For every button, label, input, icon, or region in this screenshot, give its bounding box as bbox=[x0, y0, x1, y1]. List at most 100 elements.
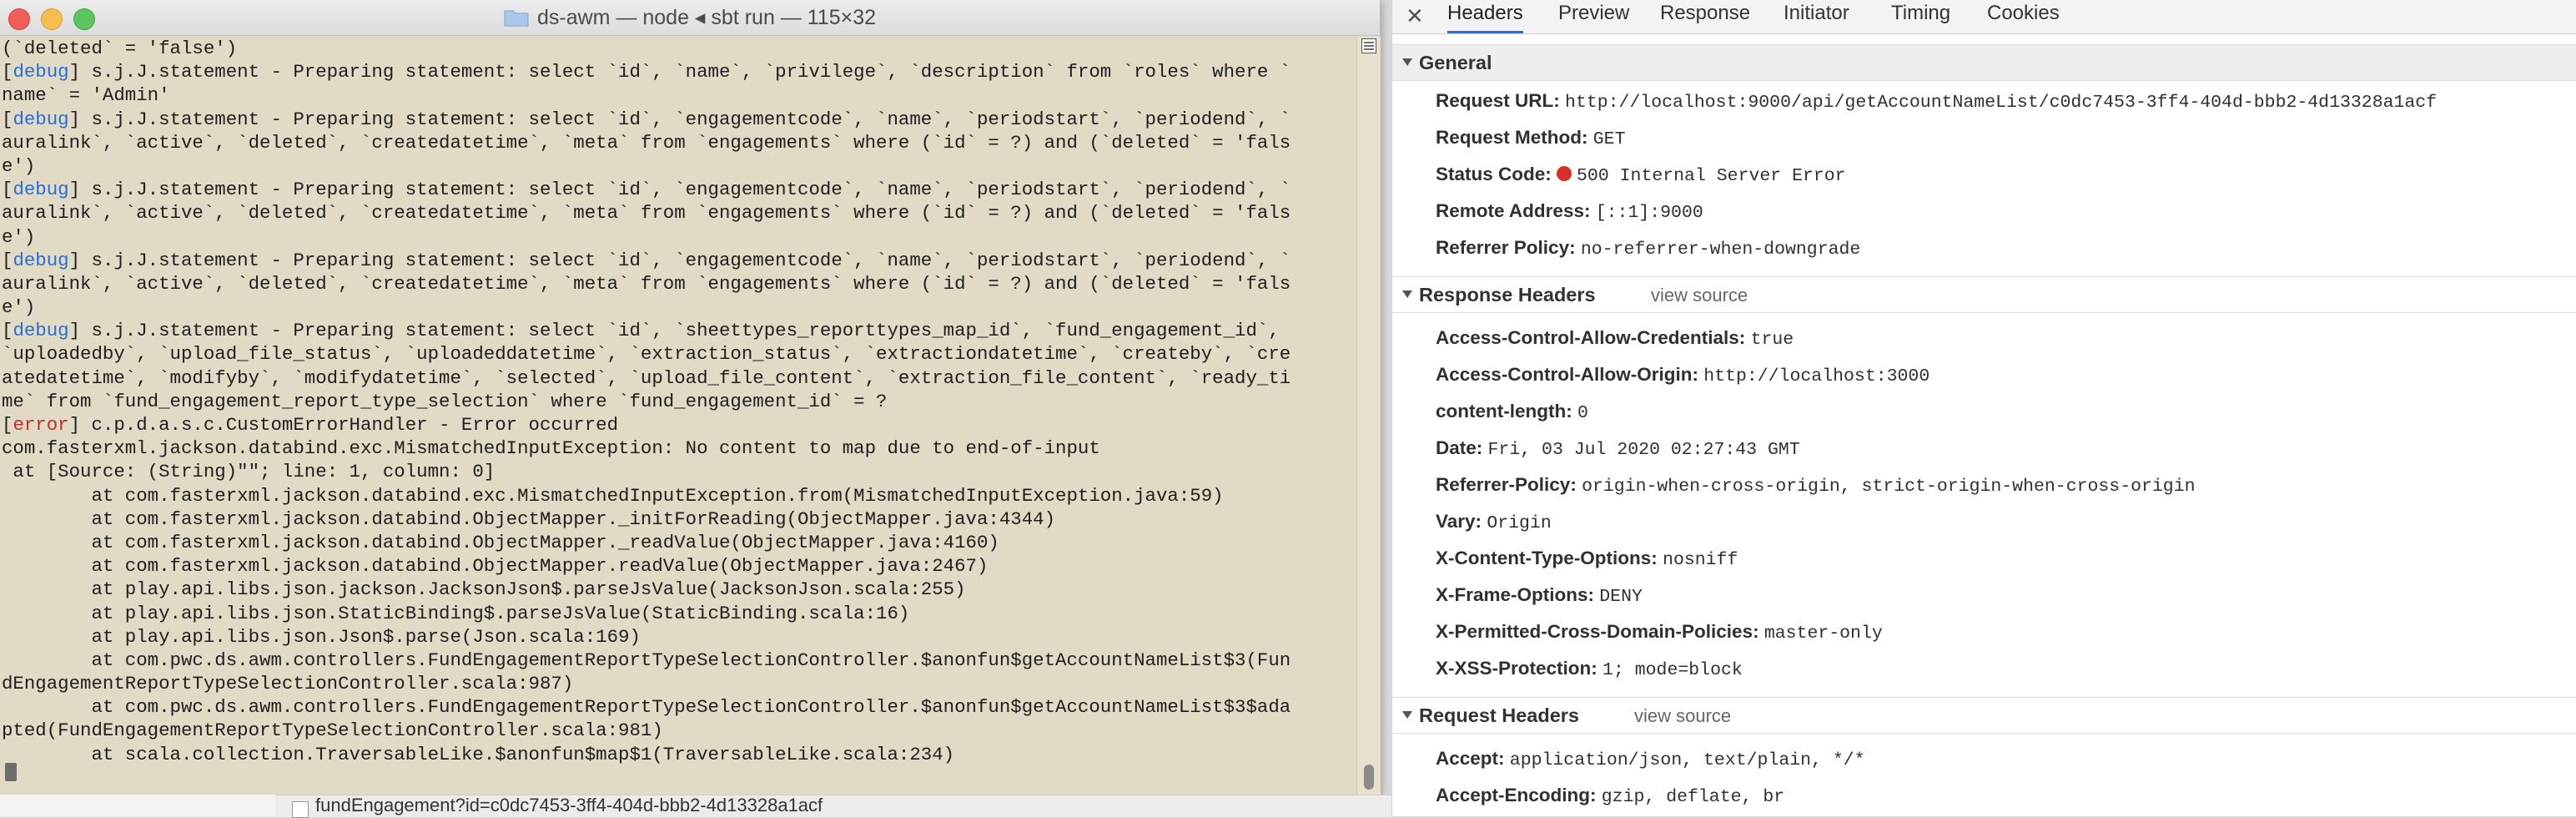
folder-icon bbox=[504, 8, 529, 27]
request-row-checkbox[interactable] bbox=[292, 801, 309, 818]
log-text: atedatetime`, `modifyby`, `modifydatetim… bbox=[2, 366, 1291, 389]
terminal-line: (`deleted` = 'false') bbox=[2, 37, 1358, 60]
view-source-link[interactable]: view source bbox=[1651, 285, 1748, 306]
header-value: application/json, text/plain, */* bbox=[1509, 750, 1865, 770]
terminal-scrollbar[interactable] bbox=[1356, 37, 1381, 795]
log-text: at com.fasterxml.jackson.databind.exc.Mi… bbox=[2, 484, 1224, 507]
terminal-line: at play.api.libs.json.Json$.parse(Json.s… bbox=[2, 625, 1358, 649]
log-debug-tag: [debug] bbox=[2, 108, 81, 130]
log-debug-tag: [debug] bbox=[2, 179, 81, 201]
header-row: X-XSS-Protection: 1; mode=block bbox=[1436, 652, 1743, 685]
tab-cookies[interactable]: Cookies bbox=[1987, 0, 2060, 33]
log-text: at com.pwc.ds.awm.controllers.FundEngage… bbox=[2, 649, 1291, 671]
tab-initiator[interactable]: Initiator bbox=[1784, 0, 1849, 33]
log-text: e') bbox=[2, 225, 36, 248]
log-text: auralink`, `active`, `deleted`, `created… bbox=[2, 272, 1291, 295]
log-text: at play.api.libs.json.jackson.JacksonJso… bbox=[2, 578, 966, 601]
headers-content: General Request URL: http://localhost:90… bbox=[1392, 34, 2576, 816]
header-value: http://localhost:9000/api/getAccountName… bbox=[1565, 93, 2438, 113]
terminal-scroll-thumb[interactable] bbox=[1364, 765, 1374, 790]
tab-headers[interactable]: Headers bbox=[1447, 0, 1523, 33]
header-row: Status Code: 500 Internal Server Error bbox=[1436, 158, 1846, 191]
terminal-line: at com.fasterxml.jackson.databind.Object… bbox=[2, 507, 1358, 531]
log-text: e') bbox=[2, 296, 36, 319]
terminal-line: auralink`, `active`, `deleted`, `created… bbox=[2, 131, 1358, 154]
tab-response[interactable]: Response bbox=[1660, 0, 1750, 33]
terminal-line: name` = 'Admin' bbox=[2, 83, 1358, 107]
section-title: Response Headers bbox=[1419, 284, 1596, 305]
log-text: name` = 'Admin' bbox=[2, 84, 170, 107]
terminal-line: pted(FundEngagementReportTypeSelectionCo… bbox=[2, 719, 1358, 742]
section-request-headers-header[interactable]: Request Headers view source bbox=[1392, 697, 2576, 734]
log-debug-tag: [debug] bbox=[2, 249, 81, 271]
error-status-icon bbox=[1557, 166, 1572, 182]
terminal-line: dEngagementReportTypeSelectionController… bbox=[2, 672, 1358, 695]
terminal-line: [debug] s.j.J.statement - Preparing stat… bbox=[2, 108, 1358, 131]
terminal-line: me` from `fund_engagement_report_type_se… bbox=[2, 390, 1358, 413]
header-key: Request Method: bbox=[1436, 127, 1588, 148]
header-key: Access-Control-Allow-Origin: bbox=[1436, 364, 1699, 385]
tab-preview[interactable]: Preview bbox=[1558, 0, 1629, 33]
terminal-line: atedatetime`, `modifyby`, `modifydatetim… bbox=[2, 366, 1358, 390]
header-value: Origin bbox=[1487, 513, 1552, 533]
log-text: at com.fasterxml.jackson.databind.Object… bbox=[2, 555, 989, 578]
request-row-name[interactable]: fundEngagement?id=c0dc7453-3ff4-404d-bbb… bbox=[315, 795, 823, 816]
underlying-panel bbox=[0, 795, 275, 816]
terminal-output[interactable]: (`deleted` = 'false') [debug] s.j.J.state… bbox=[0, 37, 1358, 785]
header-row: Referrer-Policy: origin-when-cross-origi… bbox=[1436, 468, 2196, 502]
tab-timing[interactable]: Timing bbox=[1891, 0, 1950, 33]
header-value: true bbox=[1750, 330, 1794, 350]
terminal-line: at com.fasterxml.jackson.databind.exc.Mi… bbox=[2, 484, 1358, 507]
header-key: X-Content-Type-Options: bbox=[1436, 548, 1658, 568]
header-value: 1; mode=block bbox=[1602, 660, 1743, 680]
header-value: [::1]:9000 bbox=[1595, 203, 1703, 223]
terminal-line: e') bbox=[2, 154, 1358, 178]
header-row: Date: Fri, 03 Jul 2020 02:27:43 GMT bbox=[1436, 432, 1800, 465]
terminal-line: auralink`, `active`, `deleted`, `created… bbox=[2, 272, 1358, 295]
close-icon[interactable]: ✕ bbox=[1406, 3, 1424, 29]
log-text: auralink`, `active`, `deleted`, `created… bbox=[2, 131, 1291, 154]
log-text: at com.fasterxml.jackson.databind.Object… bbox=[2, 507, 1056, 530]
log-text: at scala.collection.TraversableLike.$ano… bbox=[2, 743, 955, 765]
log-text: (`deleted` = 'false') bbox=[2, 38, 238, 59]
log-text: s.j.J.statement - Preparing statement: s… bbox=[80, 179, 1291, 201]
terminal-line: [debug] s.j.J.statement - Preparing stat… bbox=[2, 178, 1358, 201]
header-value: no-referrer-when-downgrade bbox=[1580, 240, 1861, 260]
header-row: Vary: Origin bbox=[1436, 505, 1552, 538]
header-row: Access-Control-Allow-Credentials: true bbox=[1436, 321, 1794, 355]
section-response-headers-header[interactable]: Response Headers view source bbox=[1392, 276, 2576, 313]
header-row: Accept: application/json, text/plain, */… bbox=[1436, 742, 1865, 775]
header-key: content-length: bbox=[1436, 401, 1572, 422]
log-text: s.j.J.statement - Preparing statement: s… bbox=[80, 249, 1291, 271]
log-text: at com.fasterxml.jackson.databind.Object… bbox=[2, 531, 999, 553]
log-debug-tag: [debug] bbox=[2, 320, 81, 342]
header-row: Request URL: http://localhost:9000/api/g… bbox=[1436, 84, 2437, 118]
terminal-line: `uploadedby`, `upload_file_status`, `upl… bbox=[2, 342, 1358, 366]
header-row: Remote Address: [::1]:9000 bbox=[1436, 194, 1703, 228]
terminal-line: [debug] s.j.J.statement - Preparing stat… bbox=[2, 60, 1358, 83]
terminal-line: [error] c.p.d.a.s.c.CustomErrorHandler -… bbox=[2, 413, 1358, 437]
header-key: X-XSS-Protection: bbox=[1436, 658, 1597, 679]
terminal-line: at scala.collection.TraversableLike.$ano… bbox=[2, 743, 1358, 766]
header-value: Fri, 03 Jul 2020 02:27:43 GMT bbox=[1487, 440, 1800, 460]
terminal-line: at com.pwc.ds.awm.controllers.FundEngage… bbox=[2, 695, 1358, 719]
view-source-link[interactable]: view source bbox=[1634, 705, 1731, 727]
terminal-titlebar[interactable]: ds-awm — node ◂ sbt run — 115×32 bbox=[0, 0, 1380, 36]
header-value: GET bbox=[1592, 129, 1626, 149]
terminal-line: com.fasterxml.jackson.databind.exc.Misma… bbox=[2, 437, 1358, 460]
terminal-line: at com.pwc.ds.awm.controllers.FundEngage… bbox=[2, 649, 1358, 672]
section-general-header[interactable]: General bbox=[1392, 44, 2576, 81]
log-text: e') bbox=[2, 154, 36, 177]
split-view-icon[interactable] bbox=[1361, 38, 1376, 53]
log-text: s.j.J.statement - Preparing statement: s… bbox=[80, 108, 1291, 130]
terminal-title: ds-awm — node ◂ sbt run — 115×32 bbox=[536, 6, 877, 29]
header-row: Request Method: GET bbox=[1436, 121, 1625, 154]
terminal-window[interactable]: ds-awm — node ◂ sbt run — 115×32 (`delet… bbox=[0, 0, 1381, 795]
log-text: com.fasterxml.jackson.databind.exc.Misma… bbox=[2, 437, 1100, 460]
expand-triangle-icon bbox=[1402, 58, 1412, 66]
header-value: 500 Internal Server Error bbox=[1577, 166, 1846, 186]
devtools-request-panel: ✕ Headers Preview Response Initiator Tim… bbox=[1391, 0, 2576, 816]
log-text: `uploadedby`, `upload_file_status`, `upl… bbox=[2, 343, 1291, 366]
header-value: http://localhost:3000 bbox=[1703, 366, 1930, 386]
log-text: auralink`, `active`, `deleted`, `created… bbox=[2, 202, 1291, 225]
